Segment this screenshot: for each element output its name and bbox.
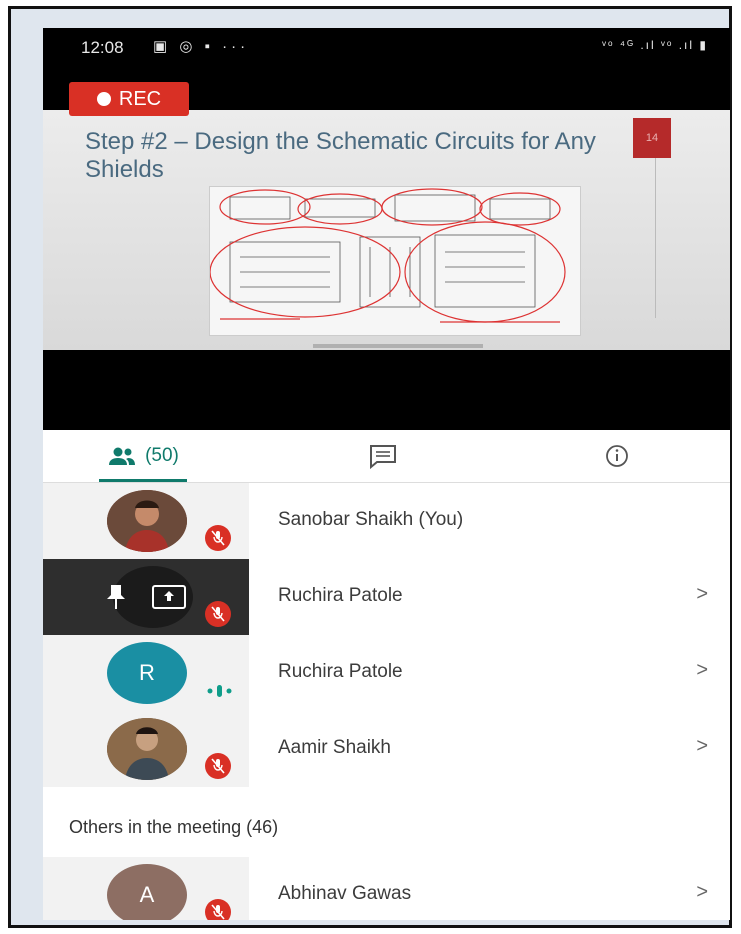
presentation-slide[interactable]: Step #2 – Design the Schematic Circuits …: [43, 110, 730, 350]
video-letterbox: [43, 350, 730, 430]
avatar-area: [43, 559, 249, 635]
recording-badge: REC: [69, 82, 189, 116]
phone-screen: 12:08 ▣ ◎ ▪ ··· ᵛᵒ ⁴ᴳ .ıl ᵛᵒ .ıl ▮ REC S…: [43, 28, 730, 920]
muted-mic-icon: [205, 525, 231, 551]
participant-row[interactable]: Aamir Shaikh >: [43, 711, 730, 787]
muted-mic-icon: [205, 899, 231, 920]
pin-icon[interactable]: [103, 583, 129, 611]
tab-info[interactable]: [577, 430, 657, 482]
slide-divider: [655, 158, 656, 318]
chevron-right-icon: >: [696, 583, 708, 605]
avatar-area: [43, 711, 249, 787]
tab-chat[interactable]: [343, 430, 423, 482]
participant-name: Ruchira Patole: [278, 661, 403, 682]
notification-icons: ▣ ◎ ▪ ···: [153, 38, 250, 55]
participant-name: Abhinav Gawas: [278, 883, 412, 904]
participant-name: Aamir Shaikh: [278, 737, 391, 758]
signal-battery-icons: ᵛᵒ ⁴ᴳ .ıl ᵛᵒ .ıl ▮: [602, 38, 708, 52]
chevron-right-icon: >: [696, 659, 708, 681]
participant-row[interactable]: Sanobar Shaikh (You): [43, 483, 730, 559]
participant-row[interactable]: R Ruchira Patole >: [43, 635, 730, 711]
people-count: (50): [145, 445, 179, 466]
others-section-header: Others in the meeting (46): [43, 801, 730, 857]
screen-share-icon: [152, 585, 186, 609]
schematic-diagram-image: [209, 186, 581, 336]
tab-bar: (50): [43, 430, 730, 483]
avatar-area: A: [43, 857, 249, 920]
tab-people[interactable]: (50): [63, 430, 223, 482]
record-dot-icon: [96, 92, 111, 106]
chevron-right-icon: >: [696, 735, 708, 757]
participant-name: Sanobar Shaikh (You): [278, 509, 464, 530]
letter-avatar: A: [107, 864, 187, 920]
chat-icon: [370, 445, 396, 469]
recording-label: REC: [118, 87, 162, 110]
speaking-indicator-icon: [207, 685, 232, 697]
people-icon: [109, 447, 136, 465]
participant-row[interactable]: Ruchira Patole >: [43, 559, 730, 635]
others-section-label: Others in the meeting (46): [69, 817, 279, 837]
slide-title: Step #2 – Design the Schematic Circuits …: [85, 128, 596, 183]
status-time: 12:08: [81, 38, 124, 57]
slide-caption: [313, 344, 483, 348]
chevron-right-icon: >: [696, 881, 708, 903]
muted-mic-icon: [205, 753, 231, 779]
slide-page-number: 14: [633, 118, 671, 158]
participant-name: Ruchira Patole: [278, 585, 403, 606]
info-icon: [606, 445, 628, 467]
avatar-area: R: [43, 635, 249, 711]
participant-row[interactable]: A Abhinav Gawas >: [43, 857, 730, 920]
letter-avatar: R: [107, 642, 187, 704]
muted-mic-icon: [205, 601, 231, 627]
avatar-area: [43, 483, 249, 559]
avatar: [107, 490, 187, 552]
active-tab-indicator: [99, 479, 187, 482]
avatar: [107, 718, 187, 780]
